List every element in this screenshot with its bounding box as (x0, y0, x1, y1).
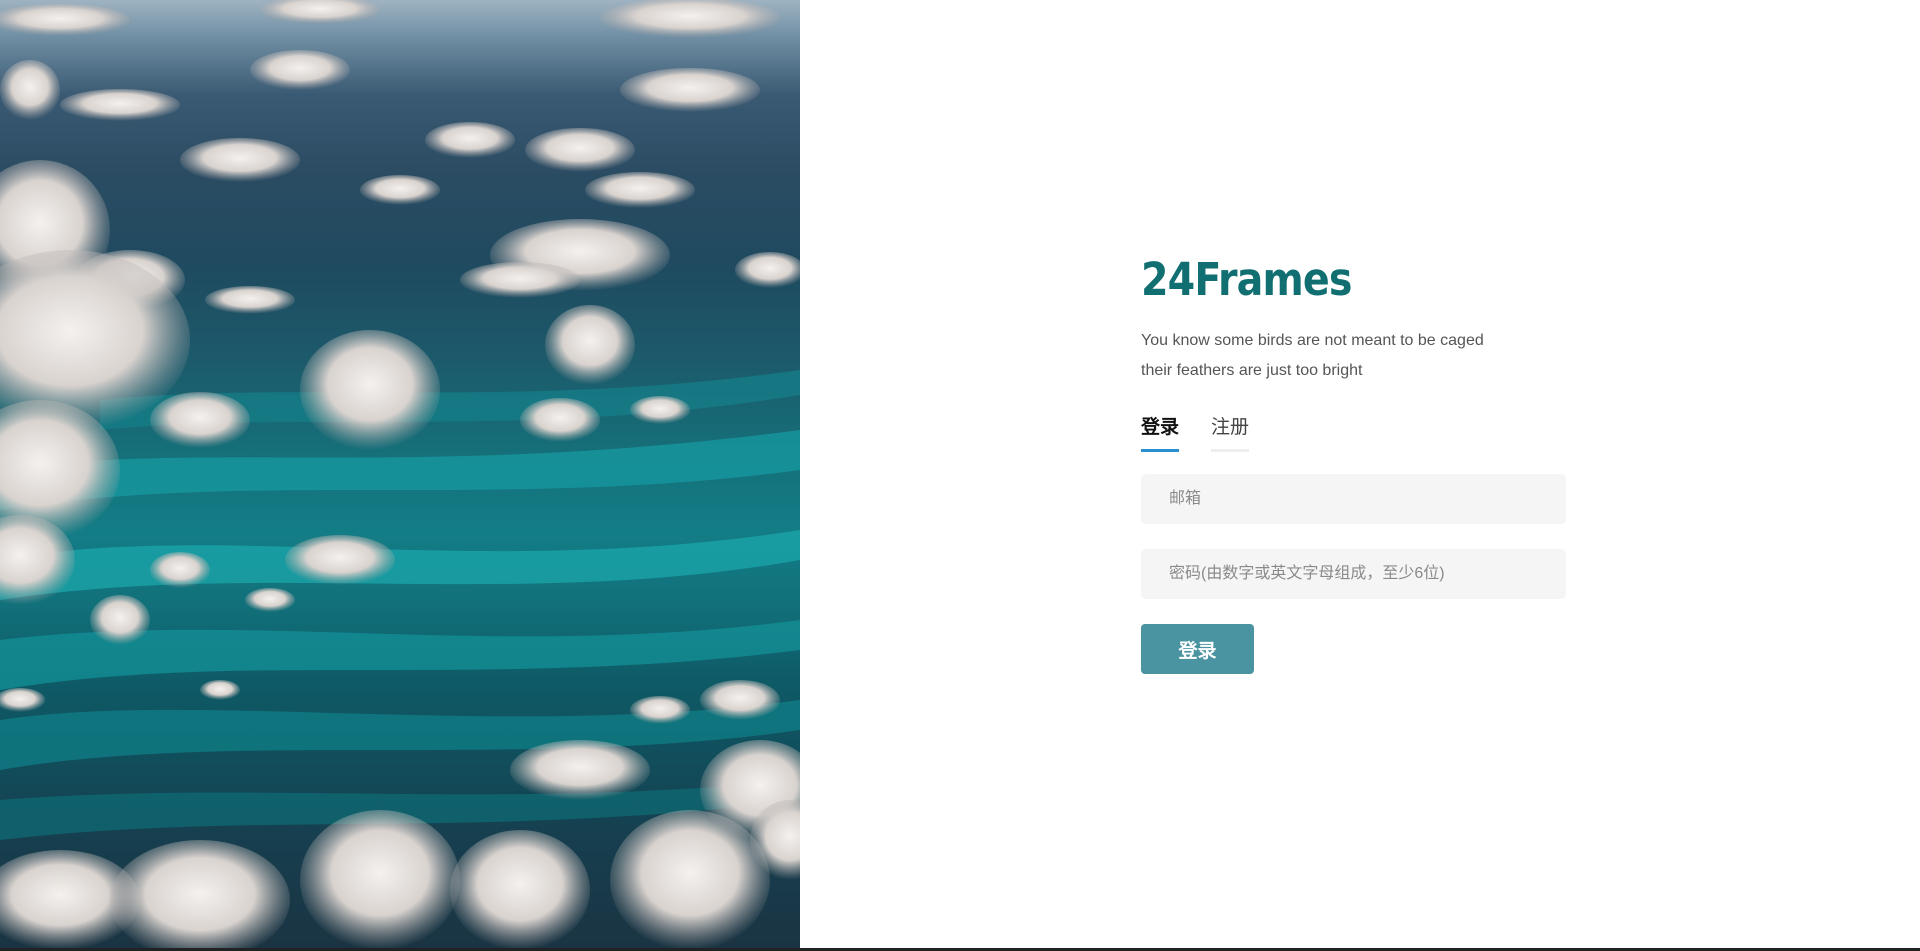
login-panel: 24Frames You know some birds are not mea… (800, 0, 1920, 948)
password-input[interactable] (1167, 564, 1566, 584)
login-button[interactable]: 登录 (1141, 624, 1254, 674)
brand-title: 24Frames (1141, 253, 1352, 306)
tagline-line-1: You know some birds are not meant to be … (1141, 332, 1484, 349)
email-field-wrapper (1141, 474, 1566, 524)
email-input[interactable] (1167, 489, 1566, 509)
aerial-ocean-clouds-illustration (0, 0, 800, 948)
login-form-container: 24Frames You know some birds are not mea… (1141, 252, 1566, 674)
login-page: 24Frames You know some birds are not mea… (0, 0, 1920, 951)
auth-tabs: 登录 注册 (1141, 412, 1566, 452)
brand-tagline: You know some birds are not meant to be … (1141, 326, 1566, 386)
password-field-wrapper (1141, 549, 1566, 599)
tab-login[interactable]: 登录 (1141, 412, 1180, 452)
hero-photo (0, 0, 800, 948)
tab-register[interactable]: 注册 (1211, 412, 1250, 452)
tagline-line-2: their feathers are just too bright (1141, 362, 1363, 379)
